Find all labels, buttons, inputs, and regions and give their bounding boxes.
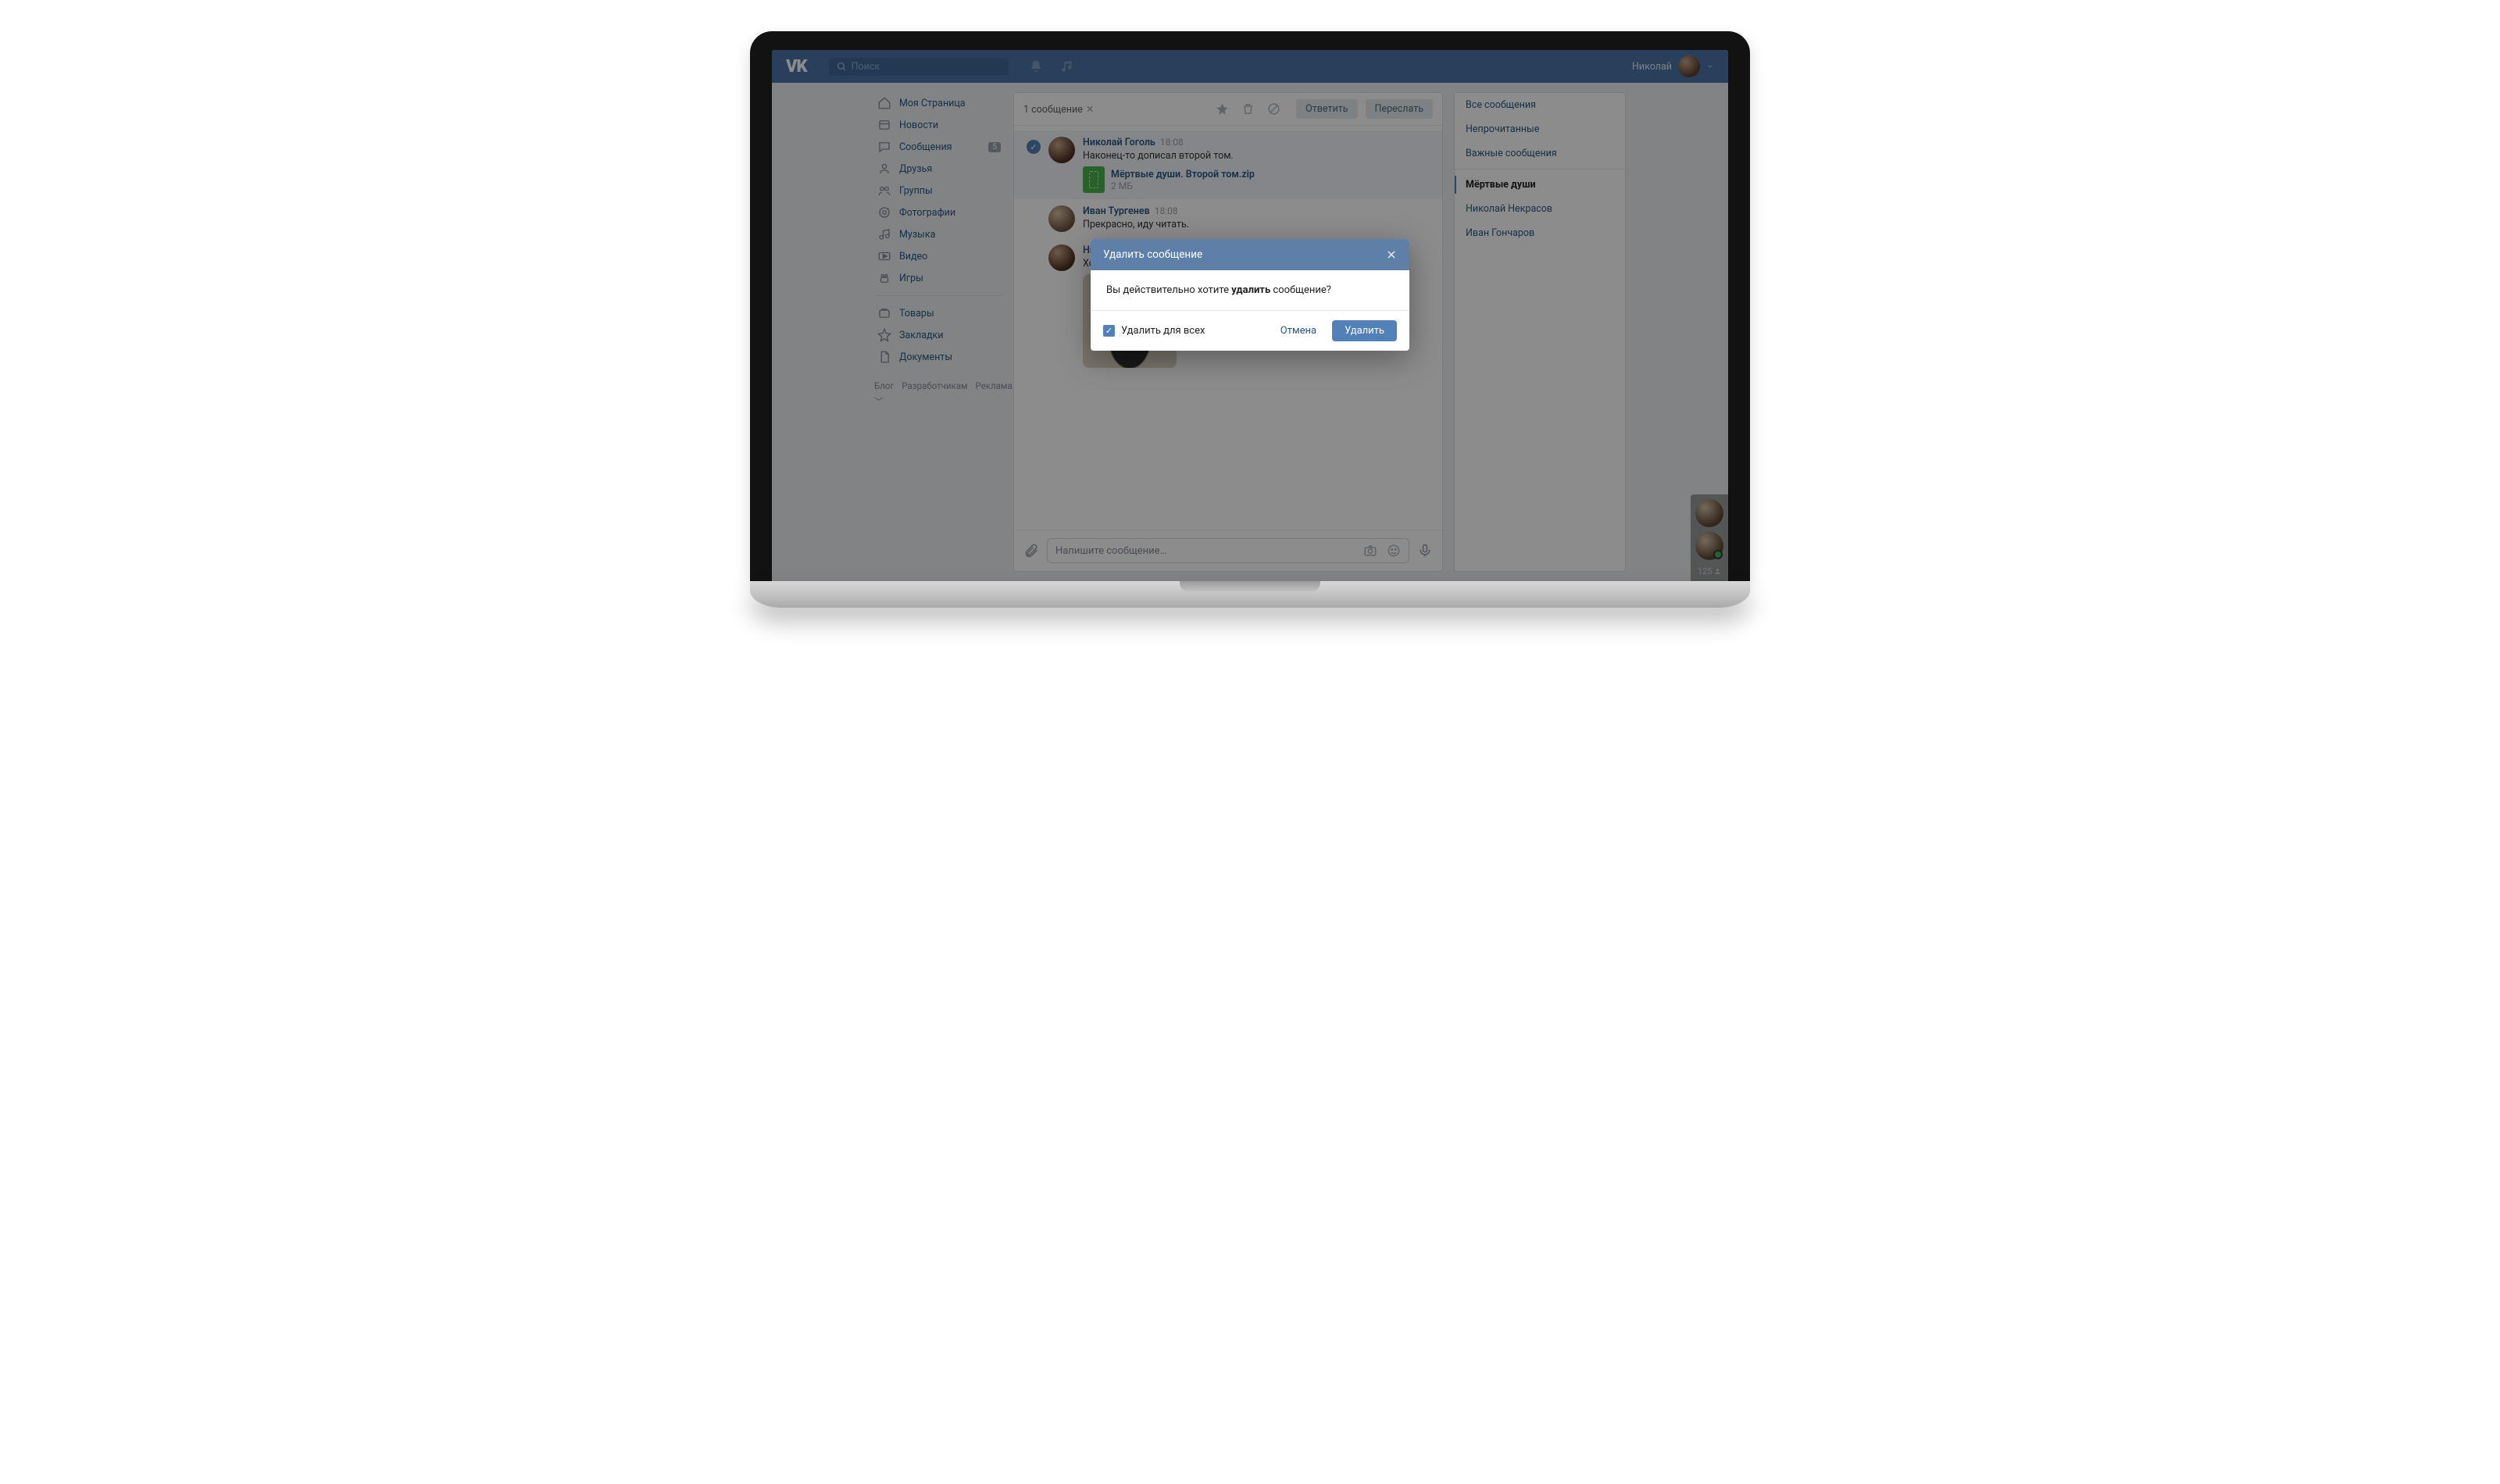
screen: VK Поиск Николай xyxy=(772,50,1728,581)
confirm-delete-button[interactable]: Удалить xyxy=(1332,320,1397,341)
checkbox-checked-icon: ✓ xyxy=(1103,325,1115,337)
delete-for-all-checkbox[interactable]: ✓ Удалить для всех xyxy=(1103,325,1205,337)
laptop-base xyxy=(750,581,1750,608)
delete-message-modal: Удалить сообщение Вы действительно хотит… xyxy=(1091,239,1409,351)
modal-header: Удалить сообщение xyxy=(1091,239,1409,270)
modal-footer: ✓ Удалить для всех Отмена Удалить xyxy=(1091,310,1409,351)
checkbox-label: Удалить для всех xyxy=(1121,325,1205,337)
close-icon[interactable] xyxy=(1386,249,1397,260)
modal-title: Удалить сообщение xyxy=(1103,248,1202,261)
cancel-button[interactable]: Отмена xyxy=(1273,320,1324,341)
modal-body: Вы действительно хотите удалить сообщени… xyxy=(1091,270,1409,310)
laptop-mockup: VK Поиск Николай xyxy=(750,31,1750,608)
screen-bezel: VK Поиск Николай xyxy=(750,31,1750,581)
